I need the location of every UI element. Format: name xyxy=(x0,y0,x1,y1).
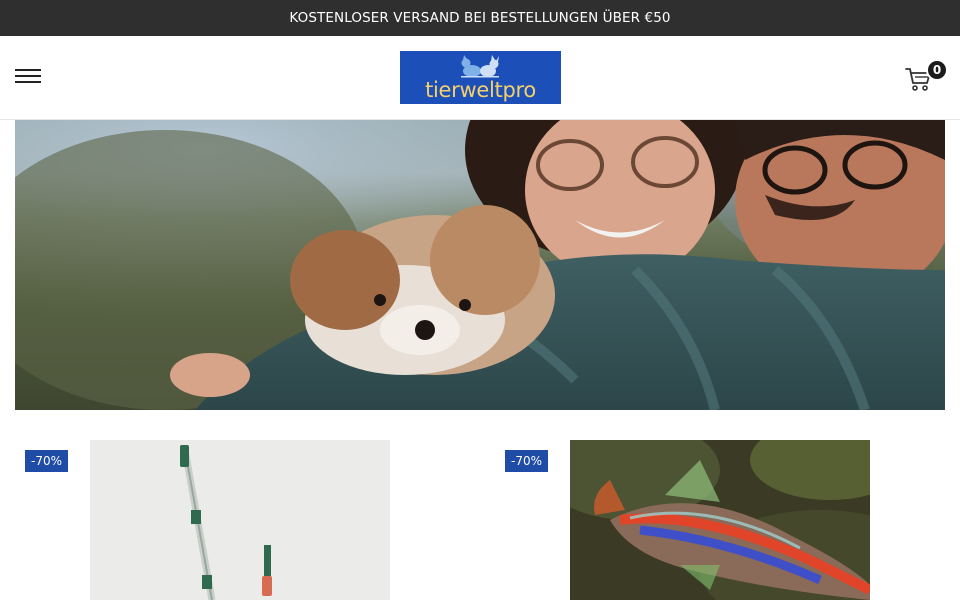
product-card-image[interactable] xyxy=(570,440,870,600)
hamburger-menu-icon[interactable] xyxy=(15,69,41,87)
aquarium-fish-product-photo xyxy=(570,440,870,600)
cart-button[interactable]: 0 xyxy=(903,59,948,98)
pet-tool-product-photo xyxy=(90,440,390,600)
cart-count-badge: 0 xyxy=(926,59,948,81)
pets-logo-icon xyxy=(461,55,499,78)
logo-wordmark: tierweltpro xyxy=(425,78,536,102)
sale-badge: -70% xyxy=(505,450,549,472)
announcement-text: KOSTENLOSER VERSAND BEI BESTELLUNGEN ÜBE… xyxy=(289,10,671,26)
product-card-image[interactable] xyxy=(90,440,390,600)
site-logo[interactable]: tierweltpro xyxy=(400,51,561,104)
site-header: tierweltpro 0 xyxy=(0,36,960,120)
hero-banner-image[interactable] xyxy=(15,120,945,410)
hero-photo-illustration xyxy=(15,120,945,410)
announcement-bar: KOSTENLOSER VERSAND BEI BESTELLUNGEN ÜBE… xyxy=(0,0,960,36)
sale-badge: -70% xyxy=(25,450,69,472)
